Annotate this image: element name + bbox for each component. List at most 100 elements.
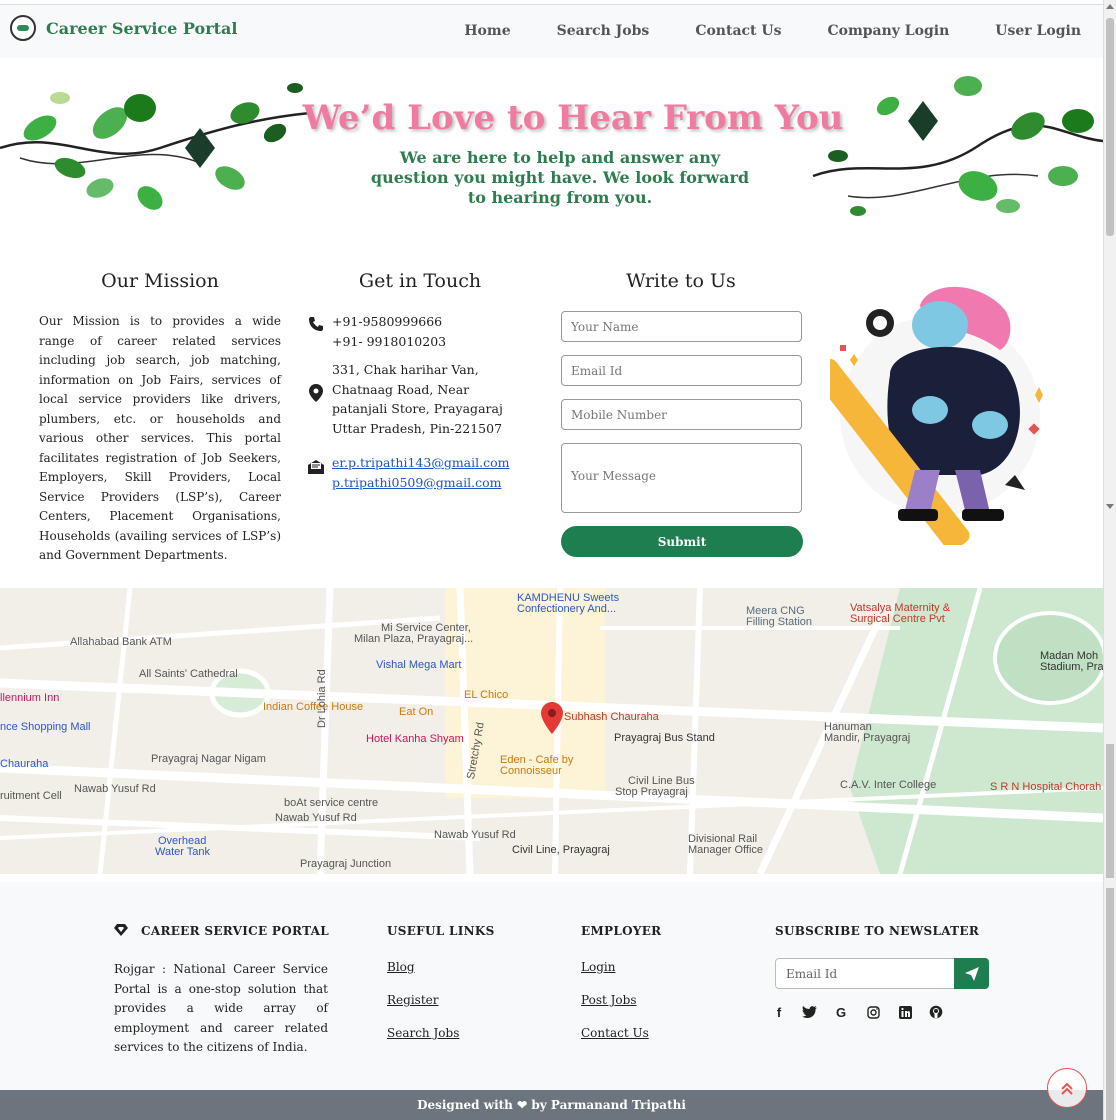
nav-link-user-login[interactable]: User Login [995, 23, 1081, 39]
mission-title: Our Mission [101, 270, 219, 292]
footer-link-contact-us[interactable]: Contact Us [581, 1026, 649, 1040]
form-title: Write to Us [626, 270, 736, 292]
map-label: Confectionery And... [517, 603, 617, 615]
useful-links-title: USEFUL LINKS [387, 924, 495, 938]
right-leaf-vine-image [812, 76, 1103, 216]
nav-link-home[interactable]: Home [464, 23, 510, 39]
map-label: C.A.V. Inter College [840, 779, 937, 791]
google-icon[interactable]: G [833, 1004, 849, 1020]
newsletter-email-input[interactable] [775, 958, 955, 989]
map-label: Filling Station [746, 616, 813, 628]
map-label: Prayagraj Junction [300, 858, 392, 870]
map-label: Prayagraj Bus Stand [614, 732, 715, 744]
scrollbar-track-segment [1106, 744, 1114, 878]
contact-address: 331, Chak harihar Van, Chatnaag Road, Ne… [300, 360, 522, 438]
envelope-open-icon [308, 460, 324, 474]
hero-banner: We’d Love to Hear From You We are here t… [0, 58, 1103, 230]
mission-text: Our Mission is to provides a wide range … [39, 314, 281, 562]
paper-plane-icon [964, 966, 979, 981]
nav-link-search-jobs[interactable]: Search Jobs [557, 23, 650, 39]
email-input[interactable] [561, 355, 802, 386]
nav-link-company-login[interactable]: Company Login [827, 23, 949, 39]
instagram-icon[interactable] [865, 1004, 881, 1020]
map-label: Dr Lohia Rd [316, 669, 328, 728]
address-text: 331, Chak harihar Van, Chatnaag Road, Ne… [332, 362, 503, 436]
contact-phone: +91-9580999666 +91- 9918010203 [300, 312, 532, 351]
google-map[interactable]: KAMDHENU Sweets Confectionery And... Meera… [0, 588, 1103, 874]
message-textarea[interactable] [561, 443, 802, 513]
newsletter-send-button[interactable] [954, 958, 989, 989]
left-leaf-vine-image [0, 83, 311, 210]
map-label: Indian Coffee House [263, 701, 364, 713]
map-label: Eat On [399, 706, 434, 718]
footer-link-register[interactable]: Register [387, 993, 438, 1007]
footer-about-text: Rojgar : National Career Service Portal … [114, 962, 328, 1054]
phone-icon [309, 317, 323, 331]
scroll-down-arrow-icon[interactable] [1106, 504, 1114, 509]
double-chevron-up-icon [1061, 1082, 1073, 1095]
map-label: Nawab Yusuf Rd [74, 783, 156, 795]
map-label: All Saints' Cathedral [139, 668, 238, 680]
github-icon[interactable] [928, 1004, 944, 1020]
map-label: Connoisseur [500, 765, 562, 777]
scroll-up-arrow-icon[interactable] [1106, 4, 1114, 9]
map-label: Prayagraj Nagar Nigam [151, 753, 266, 765]
map-label: EL Chico [464, 689, 509, 701]
map-label: Mandir, Prayagraj [824, 732, 911, 744]
footer-brand-title: CAREER SERVICE PORTAL [141, 924, 329, 938]
map-label: boAt service centre [284, 797, 379, 809]
map-label: Subhash Chauraha [564, 711, 659, 723]
footer-link-login[interactable]: Login [581, 960, 615, 974]
scrollbar-track-segment [1106, 888, 1114, 1120]
phone-number-1[interactable]: +91-9580999666 [332, 312, 532, 332]
footer-link-post-jobs[interactable]: Post Jobs [581, 993, 636, 1007]
map-label: ruitment Cell [0, 790, 62, 802]
map-label: nce Shopping Mall [0, 721, 91, 733]
footer: CAREER SERVICE PORTAL Rojgar : National … [0, 882, 1103, 1090]
map-label: Nawab Yusuf Rd [275, 812, 357, 824]
map-label: Allahabad Bank ATM [70, 636, 172, 648]
map-label: S R N Hospital Chorah [990, 781, 1102, 793]
mobile-input[interactable] [561, 399, 802, 430]
newsletter-title: SUBSCRIBE TO NEWSLATER [775, 924, 980, 938]
map-label: Nawab Yusuf Rd [434, 829, 516, 841]
map-label: Civil Line, Prayagraj [512, 844, 610, 856]
credit-prefix: Designed with [417, 1098, 513, 1112]
page-scrollbar[interactable] [1103, 0, 1116, 1120]
footer-link-blog[interactable]: Blog [387, 960, 415, 974]
contact-title: Get in Touch [358, 270, 482, 292]
location-pin-icon [309, 384, 323, 402]
hero-subtitle: We are here to help and answer any quest… [370, 148, 750, 207]
nav-links: Home Search Jobs Contact Us Company Logi… [418, 23, 1081, 39]
map-label: Milan Plaza, Prayagraj... [354, 633, 474, 645]
navbar: Career Service Portal Home Search Jobs C… [0, 4, 1103, 58]
map-label: Manager Office [688, 844, 764, 856]
linkedin-icon[interactable] [897, 1004, 913, 1020]
map-label: Hotel Kanha Shyam [366, 733, 464, 745]
brand[interactable]: Career Service Portal [10, 15, 237, 41]
map-label: llennium Inn [0, 692, 60, 704]
map-label: Vishal Mega Mart [376, 659, 462, 671]
map-label: Stop Prayagraj [615, 786, 688, 798]
submit-button[interactable]: Submit [561, 526, 803, 557]
map-label: Water Tank [155, 846, 211, 858]
diamond-icon [114, 924, 128, 936]
credit-bar: Designed with ❤ by Parmanand Tripathi [0, 1090, 1103, 1120]
phone-number-2[interactable]: +91- 9918010203 [332, 332, 532, 352]
twitter-icon[interactable] [801, 1004, 817, 1020]
location-marker-icon[interactable] [541, 702, 563, 734]
credit-suffix: by Parmanand Tripathi [531, 1098, 686, 1112]
footer-link-search-jobs[interactable]: Search Jobs [387, 1026, 459, 1040]
map-label: Surgical Centre Pvt [850, 613, 945, 625]
facebook-icon[interactable]: f [771, 1004, 787, 1020]
name-input[interactable] [561, 311, 802, 342]
email-link-2[interactable]: p.tripathi0509@gmail.com [332, 473, 532, 493]
email-link-1[interactable]: er.p.tripathi143@gmail.com [332, 453, 532, 473]
map-label: Stadium, Pra [1040, 661, 1103, 673]
person-with-pencil-illustration [830, 286, 1043, 545]
contact-email: er.p.tripathi143@gmail.com p.tripathi050… [300, 453, 532, 492]
brand-name: Career Service Portal [46, 18, 238, 38]
back-to-top-button[interactable] [1047, 1068, 1087, 1108]
nav-link-contact-us[interactable]: Contact Us [695, 23, 781, 39]
employer-title: EMPLOYER [581, 924, 662, 938]
